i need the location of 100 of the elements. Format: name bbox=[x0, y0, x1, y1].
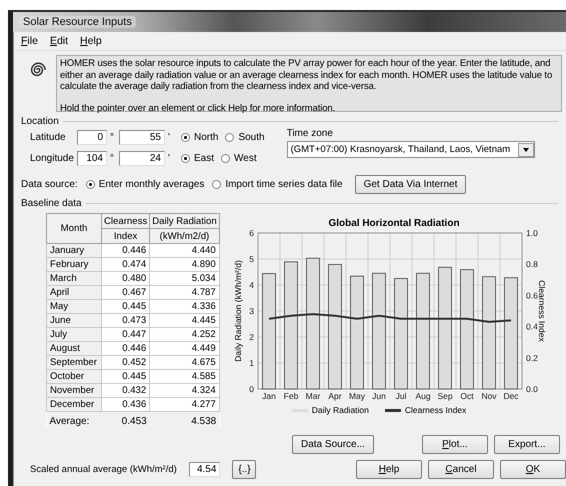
time-zone-dropdown[interactable]: (GMT+07:00) Krasnoyarsk, Thailand, Laos, Vietnam bbox=[286, 141, 535, 158]
radio-label: North bbox=[194, 132, 218, 142]
data-source-button[interactable]: Data Source... bbox=[292, 435, 374, 454]
average-value: 4.538 bbox=[150, 412, 220, 428]
field-label: Longitude bbox=[30, 152, 74, 164]
table-cell: December bbox=[46, 398, 102, 412]
spiral-icon bbox=[28, 61, 46, 79]
help-button[interactable]: Help bbox=[356, 460, 422, 479]
window-title: Solar Resource Inputs bbox=[19, 16, 136, 28]
radio-button[interactable] bbox=[181, 132, 190, 142]
table-cell[interactable]: 0.446 bbox=[102, 244, 150, 258]
cancel-button[interactable]: Cancel bbox=[428, 460, 494, 479]
axis-tick-label: Dec bbox=[503, 391, 519, 401]
legend-swatch bbox=[384, 408, 401, 412]
axis-tick-label: 2 bbox=[249, 332, 254, 342]
minute-mark: ' bbox=[168, 132, 171, 142]
table-cell[interactable]: 4.324 bbox=[150, 384, 220, 398]
minutes-field[interactable]: 55 bbox=[119, 130, 165, 144]
table-cell[interactable]: 4.440 bbox=[150, 244, 220, 258]
radio-option[interactable]: West bbox=[221, 152, 257, 164]
degree-mark: ° bbox=[110, 152, 115, 164]
radio-button[interactable] bbox=[181, 154, 190, 162]
menu-item[interactable]: File bbox=[21, 35, 38, 47]
table-cell[interactable]: 5.034 bbox=[150, 272, 220, 286]
axis-tick-label: Apr bbox=[328, 391, 342, 401]
table-cell: June bbox=[46, 314, 102, 328]
table-cell[interactable]: 0.447 bbox=[102, 328, 150, 342]
radio-label: South bbox=[238, 132, 265, 142]
table-cell: February bbox=[46, 258, 102, 272]
minute-mark: ' bbox=[168, 152, 171, 164]
radio-option[interactable]: North bbox=[181, 132, 218, 142]
minutes-field[interactable]: 24 bbox=[119, 150, 165, 166]
column-header: Clearness bbox=[102, 214, 150, 228]
radio-label: West bbox=[234, 152, 257, 164]
axis-tick-label: 5 bbox=[249, 254, 254, 264]
table-cell: July bbox=[46, 328, 102, 342]
field-label: Time zone bbox=[286, 128, 334, 139]
plot-button[interactable]: Plot... bbox=[422, 435, 488, 454]
axis-tick-label: 0 bbox=[249, 384, 254, 394]
table-cell[interactable]: 4.787 bbox=[150, 286, 220, 300]
radio-option[interactable]: South bbox=[225, 132, 265, 142]
degrees-field[interactable]: 104 bbox=[77, 150, 107, 166]
table-cell[interactable]: 0.445 bbox=[102, 370, 150, 384]
axis-tick-label: Oct bbox=[460, 391, 474, 401]
table-cell[interactable]: 0.452 bbox=[102, 356, 150, 370]
axis-tick-label: 4 bbox=[249, 280, 254, 290]
menu-item[interactable]: Edit bbox=[50, 35, 68, 47]
axis-tick-label: Jul bbox=[396, 391, 406, 401]
table-cell[interactable]: 4.585 bbox=[150, 370, 220, 384]
column-header: Index bbox=[102, 228, 150, 244]
table-cell: September bbox=[46, 356, 102, 370]
table-cell[interactable]: 0.445 bbox=[102, 300, 150, 314]
axis-tick-label: Nov bbox=[481, 391, 497, 401]
axis-tick-label: Sep bbox=[437, 391, 453, 401]
table-cell[interactable]: 0.467 bbox=[102, 286, 150, 300]
axis-tick-label: Feb bbox=[284, 391, 298, 401]
table-cell[interactable]: 0.446 bbox=[102, 342, 150, 356]
table-cell: April bbox=[46, 286, 102, 300]
degrees-field[interactable]: 0 bbox=[77, 130, 107, 144]
info-text: HOMER uses the solar resource inputs to calculate the PV array power for each hour of the year. Enter the latitude, and either an average daily radiation value or an average clearness index for each month. HOMER uses the latitude value to calculate the average daily radiation from the clearness index and vice-versa. bbox=[60, 58, 554, 92]
expression-button[interactable]: {..} bbox=[232, 460, 256, 479]
table-cell[interactable]: 4.675 bbox=[150, 356, 220, 370]
export-button[interactable]: Export... bbox=[494, 435, 560, 454]
table-cell[interactable]: 4.449 bbox=[150, 342, 220, 356]
average-value: 0.453 bbox=[102, 412, 150, 428]
table-cell[interactable]: 4.890 bbox=[150, 258, 220, 272]
scaled-average-field[interactable]: 4.54 bbox=[188, 462, 220, 477]
radio-option[interactable]: East bbox=[181, 152, 214, 164]
axis-title: Daily Radiation (kWh/m²/d) bbox=[233, 260, 243, 362]
field-label: Scaled annual average (kWh/m²/d) bbox=[30, 464, 178, 475]
axis-tick-label: 3 bbox=[249, 306, 254, 316]
radio-button[interactable] bbox=[225, 132, 234, 142]
axis-tick-label: 0.8 bbox=[526, 259, 538, 270]
axis-tick-label: 6 bbox=[249, 228, 254, 238]
degree-mark: ° bbox=[110, 132, 115, 142]
table-cell: August bbox=[46, 342, 102, 356]
radio-button[interactable] bbox=[86, 180, 95, 189]
table-cell[interactable]: 0.432 bbox=[102, 384, 150, 398]
legend-label: Daily Radiation bbox=[312, 405, 369, 415]
radio-button[interactable] bbox=[221, 154, 230, 162]
table-cell[interactable]: 0.473 bbox=[102, 314, 150, 328]
table-cell[interactable]: 0.474 bbox=[102, 258, 150, 272]
table-cell[interactable]: 4.252 bbox=[150, 328, 220, 342]
column-header: Month bbox=[46, 214, 102, 244]
axis-tick-label: 1 bbox=[249, 358, 254, 368]
group-title: Baseline data bbox=[21, 198, 82, 209]
ok-button[interactable]: OK bbox=[500, 460, 566, 479]
radio-button[interactable] bbox=[212, 180, 222, 189]
table-cell: January bbox=[46, 244, 102, 258]
table-cell[interactable]: 0.480 bbox=[102, 272, 150, 286]
axis-tick-label: 0.0 bbox=[526, 384, 538, 394]
table-cell: November bbox=[46, 384, 102, 398]
table-cell[interactable]: 4.445 bbox=[150, 314, 220, 328]
table-cell[interactable]: 4.336 bbox=[150, 300, 220, 314]
axis-tick-label: 0.6 bbox=[526, 290, 538, 300]
axis-tick-label: Jun bbox=[372, 391, 386, 401]
menu-item[interactable]: Help bbox=[80, 35, 102, 47]
radio-label: East bbox=[194, 152, 214, 164]
axis-tick-label: Jan bbox=[262, 391, 276, 401]
get-data-button[interactable]: Get Data Via Internet bbox=[354, 175, 466, 194]
